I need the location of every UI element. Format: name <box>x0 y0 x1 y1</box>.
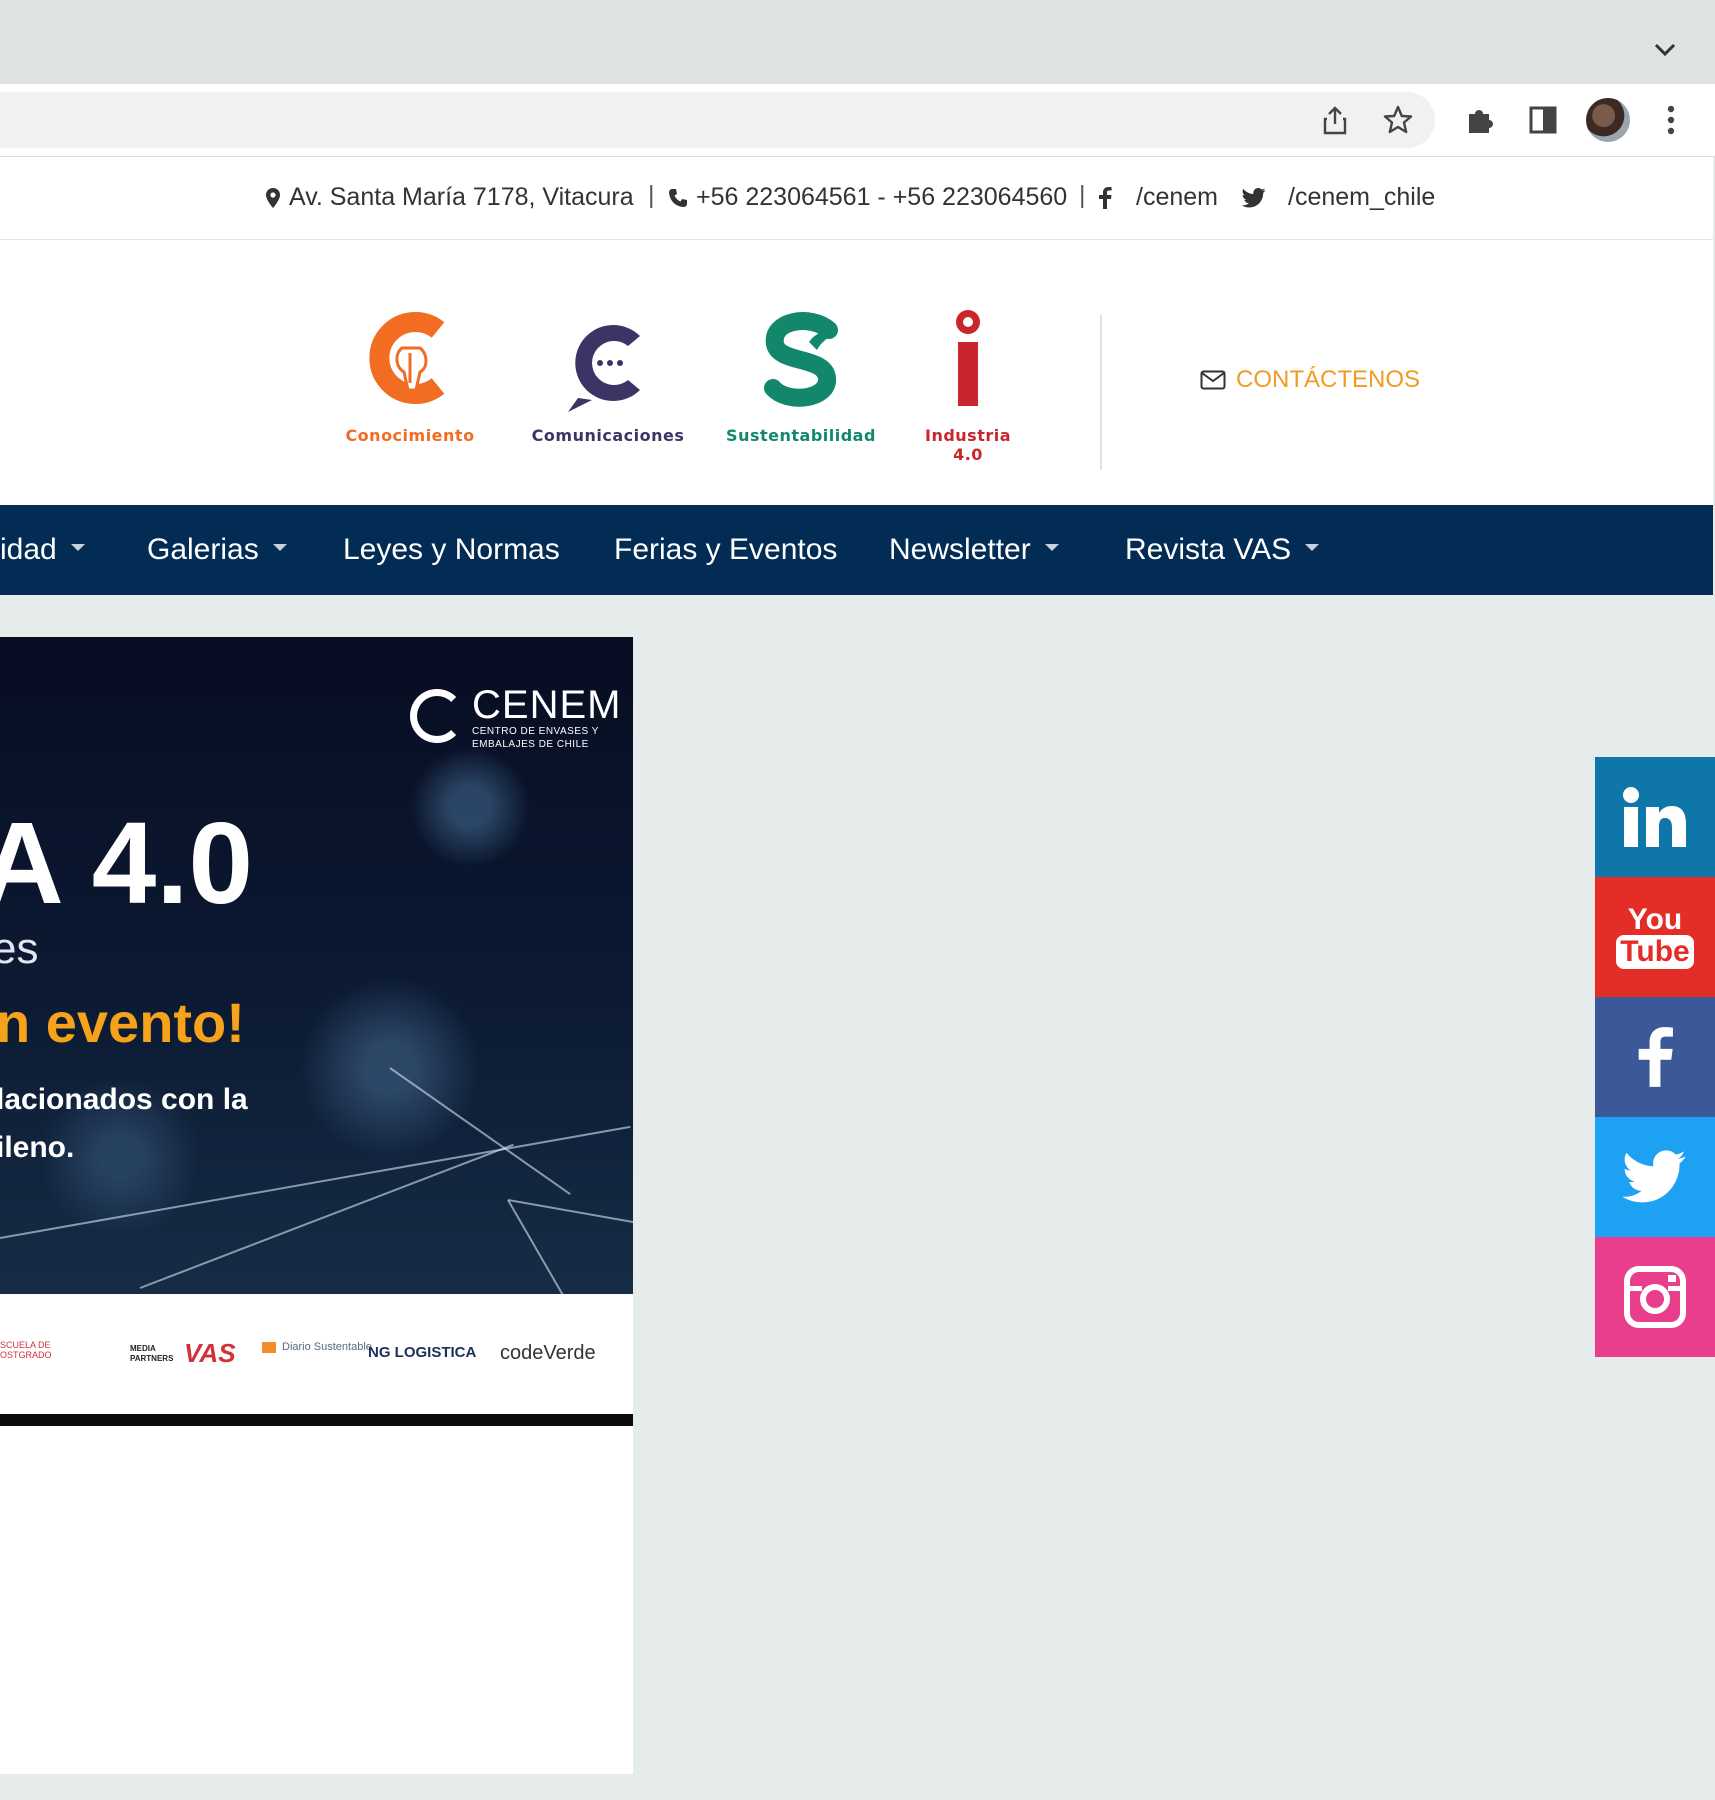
cenem-logo-icon <box>410 689 464 743</box>
banner-description-line2: ileno. <box>0 1131 75 1164</box>
brand-industria[interactable]: Industria 4.0 <box>908 308 1028 464</box>
conocimiento-logo-icon <box>340 308 480 418</box>
address-text: Av. Santa María 7178, Vitacura <box>289 183 634 211</box>
twitter-button[interactable] <box>1595 1117 1715 1237</box>
nav-label: Ferias y Eventos <box>614 533 838 566</box>
side-panel-icon[interactable] <box>1525 102 1561 138</box>
brand-label: Comunicaciones <box>531 426 685 445</box>
twitter-icon <box>1623 1150 1686 1203</box>
main-nav: idad Galerias Leyes y Normas Ferias y Ev… <box>0 505 1713 595</box>
banner-image: CENEM CENTRO DE ENVASES Y EMBALAJES DE C… <box>0 637 633 1296</box>
nav-label: Galerias <box>147 533 259 566</box>
banner-event-text: n evento! <box>0 991 245 1054</box>
sponsor-logo: codeVerde <box>500 1342 596 1364</box>
brand-comunicaciones[interactable]: Comunicaciones <box>528 308 688 445</box>
facebook-button[interactable] <box>1595 997 1715 1117</box>
address-item: Av. Santa María 7178, Vitacura <box>265 183 634 212</box>
address-bar[interactable] <box>0 92 1435 148</box>
nav-label: Revista VAS <box>1125 533 1292 566</box>
twitter-handle[interactable]: /cenem_chile <box>1288 183 1435 212</box>
dropdown-caret-icon <box>1305 543 1320 551</box>
instagram-button[interactable] <box>1595 1237 1715 1357</box>
contact-link[interactable]: CONTÁCTENOS <box>1200 366 1420 394</box>
banner-headline: A 4.0 <box>0 798 253 928</box>
browser-menu-icon[interactable] <box>1653 102 1689 138</box>
facebook-icon <box>1099 186 1112 209</box>
dropdown-caret-icon <box>272 543 287 551</box>
brand-sustentabilidad[interactable]: Sustentabilidad <box>726 308 876 445</box>
youtube-you-text: You <box>1627 903 1683 936</box>
sponsor-logo: VAS <box>184 1338 236 1368</box>
network-line <box>389 1067 571 1196</box>
network-line <box>507 1199 633 1226</box>
browser-toolbar <box>0 84 1715 157</box>
profile-avatar[interactable] <box>1586 98 1630 142</box>
comunicaciones-logo-icon <box>528 308 688 418</box>
brand-label: Sustentabilidad <box>726 426 876 445</box>
instagram-icon <box>1624 1266 1686 1328</box>
phone-text: +56 223064561 - +56 223064560 <box>696 183 1068 211</box>
contact-label[interactable]: CONTÁCTENOS <box>1236 366 1420 394</box>
sponsor-logo: Diario Sustentable <box>262 1342 372 1353</box>
sponsor-logo: ESCUELA DE POSTGRADO <box>0 1340 52 1360</box>
dropdown-caret-icon <box>70 543 85 551</box>
network-line <box>139 1143 514 1289</box>
linkedin-icon <box>1623 787 1686 847</box>
facebook-handle[interactable]: /cenem <box>1136 183 1218 212</box>
twitter-icon <box>1242 187 1266 207</box>
banner-description-line1: lacionados con la <box>0 1083 248 1116</box>
youtube-button[interactable]: You Tube <box>1595 877 1715 997</box>
sponsor-logo: MEDIA PARTNERS <box>130 1344 174 1363</box>
extensions-puzzle-icon[interactable] <box>1462 102 1498 138</box>
header-divider <box>1100 315 1102 470</box>
brand-label: Industria 4.0 <box>924 426 1012 464</box>
nav-item-leyes-normas[interactable]: Leyes y Normas <box>343 533 560 567</box>
social-sidebar: You Tube <box>1595 757 1715 1357</box>
envelope-icon <box>1200 370 1226 390</box>
bookmark-star-icon[interactable] <box>1380 102 1416 138</box>
cenem-subtitle: CENTRO DE ENVASES Y EMBALAJES DE CHILE <box>472 726 599 750</box>
share-icon[interactable] <box>1317 102 1353 138</box>
phone-icon <box>669 188 687 207</box>
brand-conocimiento[interactable]: Conocimiento <box>340 308 480 445</box>
sponsor-strip: ESCUELA DE POSTGRADO MEDIA PARTNERS VAS … <box>0 1294 633 1414</box>
dropdown-caret-icon <box>1044 543 1059 551</box>
network-line <box>507 1199 564 1296</box>
facebook-icon <box>1638 1027 1673 1087</box>
cenem-name: CENEM <box>472 683 622 727</box>
separator: | <box>648 181 655 209</box>
top-info-bar: Av. Santa María 7178, Vitacura | +56 223… <box>0 157 1713 241</box>
map-pin-icon <box>266 187 280 208</box>
nav-label: Newsletter <box>889 533 1031 566</box>
nav-item-newsletter[interactable]: Newsletter <box>889 533 1059 567</box>
twitter-link[interactable]: /cenem_chile <box>1242 183 1435 212</box>
nav-item-ferias-eventos[interactable]: Ferias y Eventos <box>614 533 837 567</box>
nav-item-galerias[interactable]: Galerias <box>147 533 287 567</box>
network-line <box>0 1125 631 1239</box>
cenem-logo: CENEM CENTRO DE ENVASES Y EMBALAJES DE C… <box>410 685 621 751</box>
site-header: Conocimiento Comunicaciones Sustentabili… <box>0 240 1713 505</box>
banner-subline: es <box>0 924 39 973</box>
brand-label: Conocimiento <box>345 426 475 445</box>
nav-label: idad <box>0 533 57 566</box>
linkedin-button[interactable] <box>1595 757 1715 877</box>
tab-search-chevron-icon[interactable] <box>1651 36 1679 64</box>
banner-bottom-bar <box>0 1414 633 1426</box>
nav-item-revista-vas[interactable]: Revista VAS <box>1125 533 1320 567</box>
nav-label: Leyes y Normas <box>343 533 560 566</box>
sustentabilidad-logo-icon <box>726 308 876 418</box>
phone-item: +56 223064561 - +56 223064560 <box>668 183 1067 212</box>
separator: | <box>1079 181 1086 209</box>
nav-item-dad[interactable]: idad <box>0 533 85 567</box>
industria-logo-icon <box>908 308 1028 418</box>
youtube-tube-text: Tube <box>1616 935 1694 969</box>
facebook-link[interactable]: /cenem <box>1098 183 1218 212</box>
tab-strip <box>0 0 1715 84</box>
sponsor-logo: NG LOGISTICA <box>368 1344 477 1361</box>
event-banner[interactable]: CENEM CENTRO DE ENVASES Y EMBALAJES DE C… <box>0 637 633 1774</box>
